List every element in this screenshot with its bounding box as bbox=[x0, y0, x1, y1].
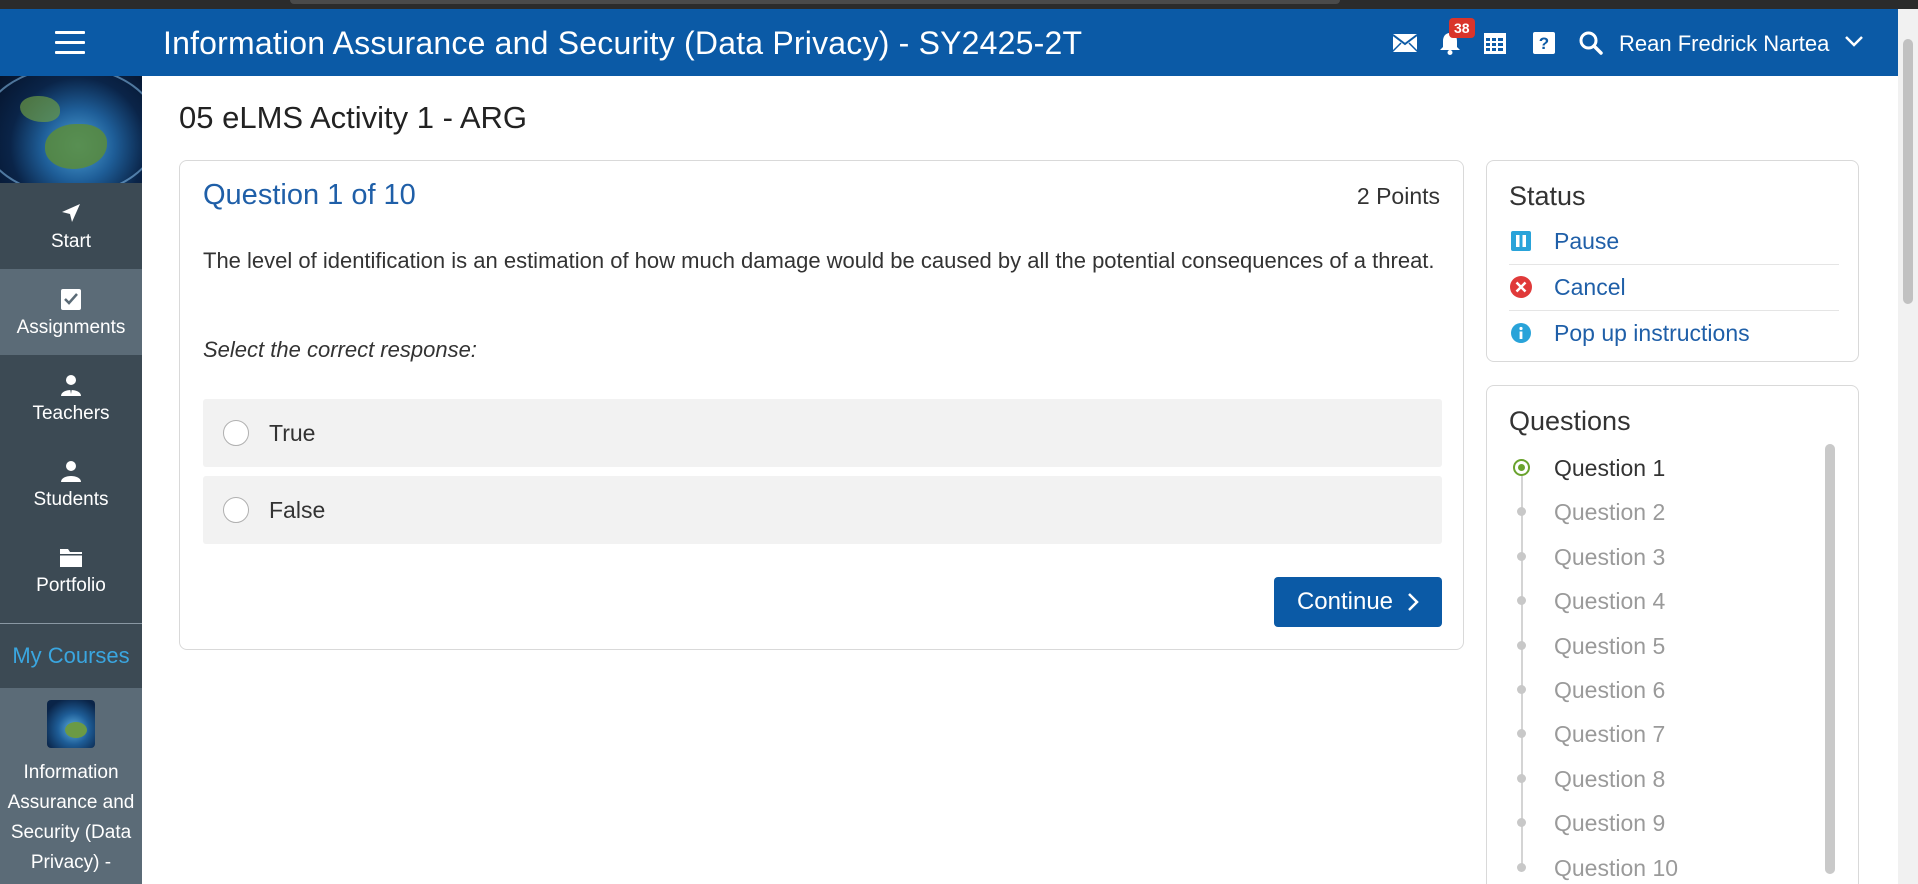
question-nav-label: Question 5 bbox=[1554, 632, 1666, 659]
question-nav-item[interactable]: Question 1 bbox=[1509, 448, 1809, 488]
sidebar: Start Assignments Teachers Students Port… bbox=[0, 76, 142, 884]
question-nav-item[interactable]: Question 5 bbox=[1509, 626, 1809, 666]
question-nav-label: Question 2 bbox=[1554, 499, 1666, 526]
sidebar-item-label: Students bbox=[33, 489, 109, 510]
mail-icon[interactable] bbox=[1391, 29, 1419, 57]
status-panel: Status Pause Cancel Pop up instructions bbox=[1486, 160, 1859, 362]
questions-panel: Questions Question 1 Question 2 Question 3… bbox=[1486, 385, 1859, 884]
continue-button[interactable]: Continue bbox=[1274, 577, 1442, 627]
pop-up-instructions-link[interactable]: Pop up instructions bbox=[1509, 311, 1839, 357]
question-nav-label: Question 1 bbox=[1554, 455, 1666, 481]
sidebar-item-portfolio[interactable]: Portfolio bbox=[0, 527, 142, 613]
cancel-label: Cancel bbox=[1554, 274, 1626, 300]
question-dot-icon bbox=[1517, 551, 1526, 561]
sidebar-item-students[interactable]: Students bbox=[0, 441, 142, 527]
question-nav-item[interactable]: Question 2 bbox=[1509, 492, 1809, 532]
user-icon bbox=[59, 457, 83, 485]
answer-option-label: False bbox=[269, 497, 326, 523]
menu-icon[interactable] bbox=[55, 31, 85, 55]
question-dot-icon bbox=[1517, 640, 1526, 650]
pause-label: Pause bbox=[1554, 228, 1620, 254]
sidebar-item-label: Assignments bbox=[16, 317, 126, 338]
sidebar-item-teachers[interactable]: Teachers bbox=[0, 355, 142, 441]
answer-option-true[interactable]: True bbox=[203, 399, 1442, 467]
sidebar-course-label: Information Assurance and Security (Data… bbox=[7, 762, 135, 873]
top-header: Information Assurance and Security (Data… bbox=[0, 9, 1898, 76]
navigation-arrow-icon bbox=[60, 199, 82, 227]
answer-option-label: True bbox=[269, 420, 316, 446]
question-card: Question 1 of 10 2 Points The level of i… bbox=[179, 160, 1464, 650]
question-nav-item[interactable]: Question 10 bbox=[1509, 848, 1809, 884]
questions-scrollbar[interactable] bbox=[1825, 444, 1835, 874]
question-dot-icon bbox=[1517, 818, 1526, 828]
question-nav-item[interactable]: Question 3 bbox=[1509, 537, 1809, 577]
sidebar-item-label: Start bbox=[50, 231, 92, 252]
browser-tab bbox=[290, 0, 1340, 4]
question-dot-icon bbox=[1517, 507, 1526, 517]
question-nav-item[interactable]: Question 4 bbox=[1509, 581, 1809, 621]
course-thumbnail bbox=[47, 700, 95, 748]
help-icon[interactable]: ? bbox=[1530, 29, 1558, 57]
question-nav-item[interactable]: Question 8 bbox=[1509, 759, 1809, 799]
sidebar-item-label: Portfolio bbox=[36, 575, 106, 596]
course-title[interactable]: Information Assurance and Security (Data… bbox=[163, 25, 1082, 62]
pause-link[interactable]: Pause bbox=[1509, 219, 1839, 265]
question-dot-icon bbox=[1517, 729, 1526, 739]
question-nav-label: Question 4 bbox=[1554, 588, 1666, 615]
calendar-icon[interactable] bbox=[1481, 29, 1509, 57]
page-scrollbar-thumb[interactable] bbox=[1903, 39, 1913, 304]
info-icon bbox=[1509, 321, 1533, 345]
continue-button-label: Continue bbox=[1296, 588, 1394, 615]
question-dot-icon bbox=[1517, 862, 1526, 872]
browser-strip bbox=[0, 0, 1918, 9]
answer-option-false[interactable]: False bbox=[203, 476, 1442, 544]
question-points: 2 Points bbox=[1356, 183, 1440, 209]
question-nav-label: Question 7 bbox=[1554, 721, 1666, 748]
questions-scrollbar-thumb[interactable] bbox=[1825, 444, 1835, 874]
svg-text:?: ? bbox=[1539, 34, 1549, 53]
question-dot-icon bbox=[1517, 773, 1526, 783]
question-nav-item[interactable]: Question 6 bbox=[1509, 670, 1809, 710]
radio-button[interactable] bbox=[223, 420, 249, 446]
checkbox-icon bbox=[60, 285, 82, 313]
page-title: 05 eLMS Activity 1 - ARG bbox=[179, 100, 528, 135]
teacher-icon bbox=[59, 371, 83, 399]
pause-icon bbox=[1509, 229, 1533, 253]
question-nav-label: Question 6 bbox=[1554, 677, 1666, 703]
question-nav-label: Question 10 bbox=[1554, 854, 1679, 881]
radio-button[interactable] bbox=[223, 497, 249, 523]
question-heading: Question 1 of 10 bbox=[203, 179, 416, 211]
chevron-down-icon[interactable] bbox=[1844, 34, 1864, 53]
sidebar-item-label: Teachers bbox=[32, 403, 110, 424]
question-nav-item[interactable]: Question 9 bbox=[1509, 803, 1809, 843]
page-scrollbar[interactable] bbox=[1898, 9, 1918, 884]
status-heading: Status bbox=[1509, 181, 1586, 211]
notification-badge: 38 bbox=[1449, 18, 1475, 38]
question-nav-item[interactable]: Question 7 bbox=[1509, 714, 1809, 754]
question-dot-icon bbox=[1517, 685, 1526, 694]
question-nav-label: Question 8 bbox=[1554, 765, 1666, 792]
question-dot-icon bbox=[1517, 596, 1526, 606]
cancel-icon bbox=[1509, 275, 1533, 299]
question-instruction: Select the correct response: bbox=[203, 337, 477, 362]
folder-icon bbox=[59, 543, 83, 571]
search-icon[interactable] bbox=[1577, 29, 1605, 57]
sidebar-course-item[interactable]: Information Assurance and Security (Data… bbox=[0, 688, 142, 884]
user-name[interactable]: Rean Fredrick Nartea bbox=[1619, 31, 1829, 57]
questions-heading: Questions bbox=[1509, 406, 1631, 436]
question-nav-label: Question 3 bbox=[1554, 543, 1666, 570]
sidebar-item-assignments[interactable]: Assignments bbox=[0, 269, 142, 355]
question-nav-label: Question 9 bbox=[1554, 810, 1666, 837]
pop-up-instructions-label: Pop up instructions bbox=[1554, 320, 1750, 346]
my-courses-link[interactable]: My Courses bbox=[0, 624, 142, 688]
question-text: The level of identification is an estima… bbox=[203, 248, 1435, 273]
cancel-link[interactable]: Cancel bbox=[1509, 265, 1839, 311]
sidebar-item-start[interactable]: Start bbox=[0, 183, 142, 269]
current-question-icon bbox=[1513, 459, 1530, 476]
course-banner-image bbox=[0, 76, 142, 183]
chevron-right-icon bbox=[1407, 592, 1419, 612]
